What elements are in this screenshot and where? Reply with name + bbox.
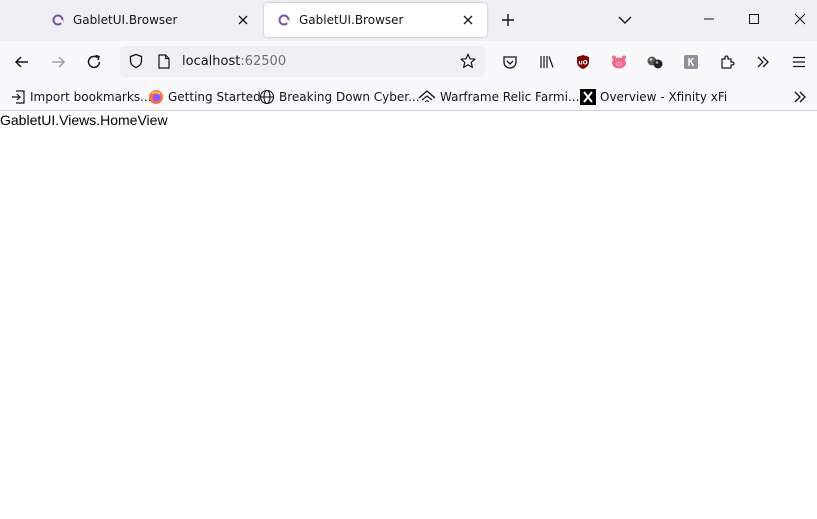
svg-text:uO: uO [578, 60, 587, 67]
tracking-protection-shield-icon[interactable] [127, 52, 145, 70]
new-tab-icon[interactable] [497, 9, 519, 31]
bookmark-label: Getting Started [168, 90, 261, 104]
pig-extension-icon[interactable] [606, 49, 632, 75]
bookmark-star-icon[interactable] [459, 52, 477, 70]
url-port: :62500 [240, 54, 287, 69]
bookmark-breaking-down-cyber[interactable]: Breaking Down Cyber... [259, 87, 420, 107]
close-tab-icon[interactable] [234, 11, 252, 29]
url-bar[interactable]: localhost:62500 [120, 46, 485, 77]
gabletui-favicon-icon [276, 12, 292, 28]
warframe-icon [418, 89, 436, 105]
globe-icon [259, 89, 275, 105]
page-content: GabletUI.Views.HomeView [0, 112, 817, 519]
url-text: localhost:62500 [182, 54, 286, 69]
forward-icon[interactable] [45, 49, 71, 75]
url-host: localhost [182, 54, 241, 69]
ublock-icon[interactable]: uO [570, 49, 596, 75]
bookmarks-toolbar: Import bookmarks... Getting Started Brea… [0, 82, 817, 111]
back-icon[interactable] [9, 49, 35, 75]
overflow-chevrons-icon[interactable] [750, 49, 776, 75]
bookmark-warframe-relic[interactable]: Warframe Relic Farmi... [418, 87, 579, 107]
minimize-window-icon[interactable] [696, 6, 722, 32]
extension-orbs-icon[interactable] [642, 49, 668, 75]
list-all-tabs-chevron-down-icon[interactable] [614, 9, 636, 31]
firefox-icon [148, 89, 164, 105]
bookmark-getting-started[interactable]: Getting Started [148, 87, 261, 107]
tab-gabletui-browser-2[interactable]: GabletUI.Browser [264, 3, 487, 37]
bookmark-label: Overview - Xfinity xFi [600, 90, 728, 104]
close-tab-icon[interactable] [459, 11, 477, 29]
library-icon[interactable] [534, 49, 560, 75]
app-menu-icon[interactable] [786, 49, 812, 75]
reload-icon[interactable] [81, 49, 107, 75]
home-view-text: GabletUI.Views.HomeView [0, 112, 168, 128]
bookmark-xfinity-overview[interactable]: Overview - Xfinity xFi [580, 87, 727, 107]
bookmark-label: Import bookmarks... [30, 90, 152, 104]
navigation-toolbar: localhost:62500 uO [0, 41, 817, 82]
k-extension-icon[interactable] [678, 49, 704, 75]
bookmarks-overflow-chevrons-icon[interactable] [792, 87, 808, 107]
pocket-icon[interactable] [497, 49, 523, 75]
bookmark-label: Breaking Down Cyber... [279, 90, 420, 104]
page-info-icon[interactable] [156, 53, 172, 69]
close-window-icon[interactable] [787, 6, 813, 32]
tab-strip: GabletUI.Browser GabletUI.Browser [0, 0, 817, 41]
gabletui-favicon-icon [50, 12, 66, 28]
x-icon [580, 89, 596, 105]
tab-title: GabletUI.Browser [73, 13, 178, 27]
bookmark-import[interactable]: Import bookmarks... [10, 87, 152, 107]
tab-gabletui-browser-1[interactable]: GabletUI.Browser [38, 3, 262, 37]
extensions-puzzle-icon[interactable] [714, 49, 740, 75]
import-icon [10, 89, 26, 105]
bookmark-label: Warframe Relic Farmi... [440, 90, 580, 104]
tab-title: GabletUI.Browser [299, 13, 404, 27]
maximize-window-icon[interactable] [741, 6, 767, 32]
